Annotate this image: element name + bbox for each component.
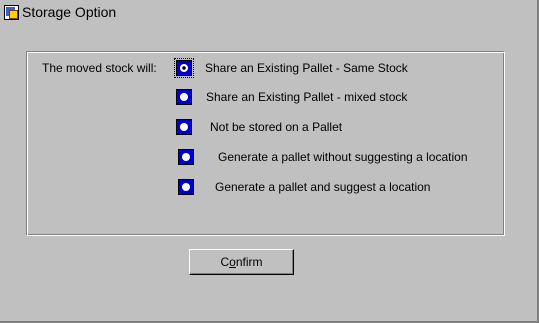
confirm-label-mnemonic: o — [229, 255, 236, 269]
confirm-label-prefix: C — [220, 255, 230, 269]
option-generate-pallet-suggest-location[interactable]: Generate a pallet and suggest a location — [178, 179, 430, 195]
radio-generate-pallet-no-location[interactable] — [178, 149, 194, 165]
option-label: Generate a pallet without suggesting a l… — [218, 150, 468, 164]
radio-not-on-pallet[interactable] — [176, 119, 192, 135]
option-generate-pallet-no-location[interactable]: Generate a pallet without suggesting a l… — [178, 149, 468, 165]
option-not-on-pallet[interactable]: Not be stored on a Pallet — [176, 119, 342, 135]
confirm-button[interactable]: Co nfirm — [189, 249, 294, 275]
option-label: Generate a pallet and suggest a location — [215, 180, 431, 194]
app-window-icon — [4, 4, 19, 20]
confirm-label-suffix: nfirm — [235, 255, 263, 269]
option-share-same-stock[interactable]: Share an Existing Pallet - Same Stock — [174, 58, 408, 78]
option-share-mixed-stock[interactable]: Share an Existing Pallet - mixed stock — [176, 89, 407, 105]
storage-options-group — [26, 51, 505, 236]
radio-share-same-stock[interactable] — [174, 58, 194, 78]
window-title-bar: Storage Option — [4, 2, 116, 22]
window-title: Storage Option — [22, 4, 117, 20]
storage-option-window: Storage Option The moved stock will: Sha… — [0, 0, 539, 323]
option-label: Not be stored on a Pallet — [210, 120, 343, 134]
option-label: Share an Existing Pallet - mixed stock — [206, 90, 408, 104]
radio-generate-pallet-suggest-location[interactable] — [178, 179, 194, 195]
stock-prompt-label: The moved stock will: — [42, 61, 157, 75]
radio-share-mixed-stock[interactable] — [176, 89, 192, 105]
option-label: Share an Existing Pallet - Same Stock — [205, 61, 408, 75]
